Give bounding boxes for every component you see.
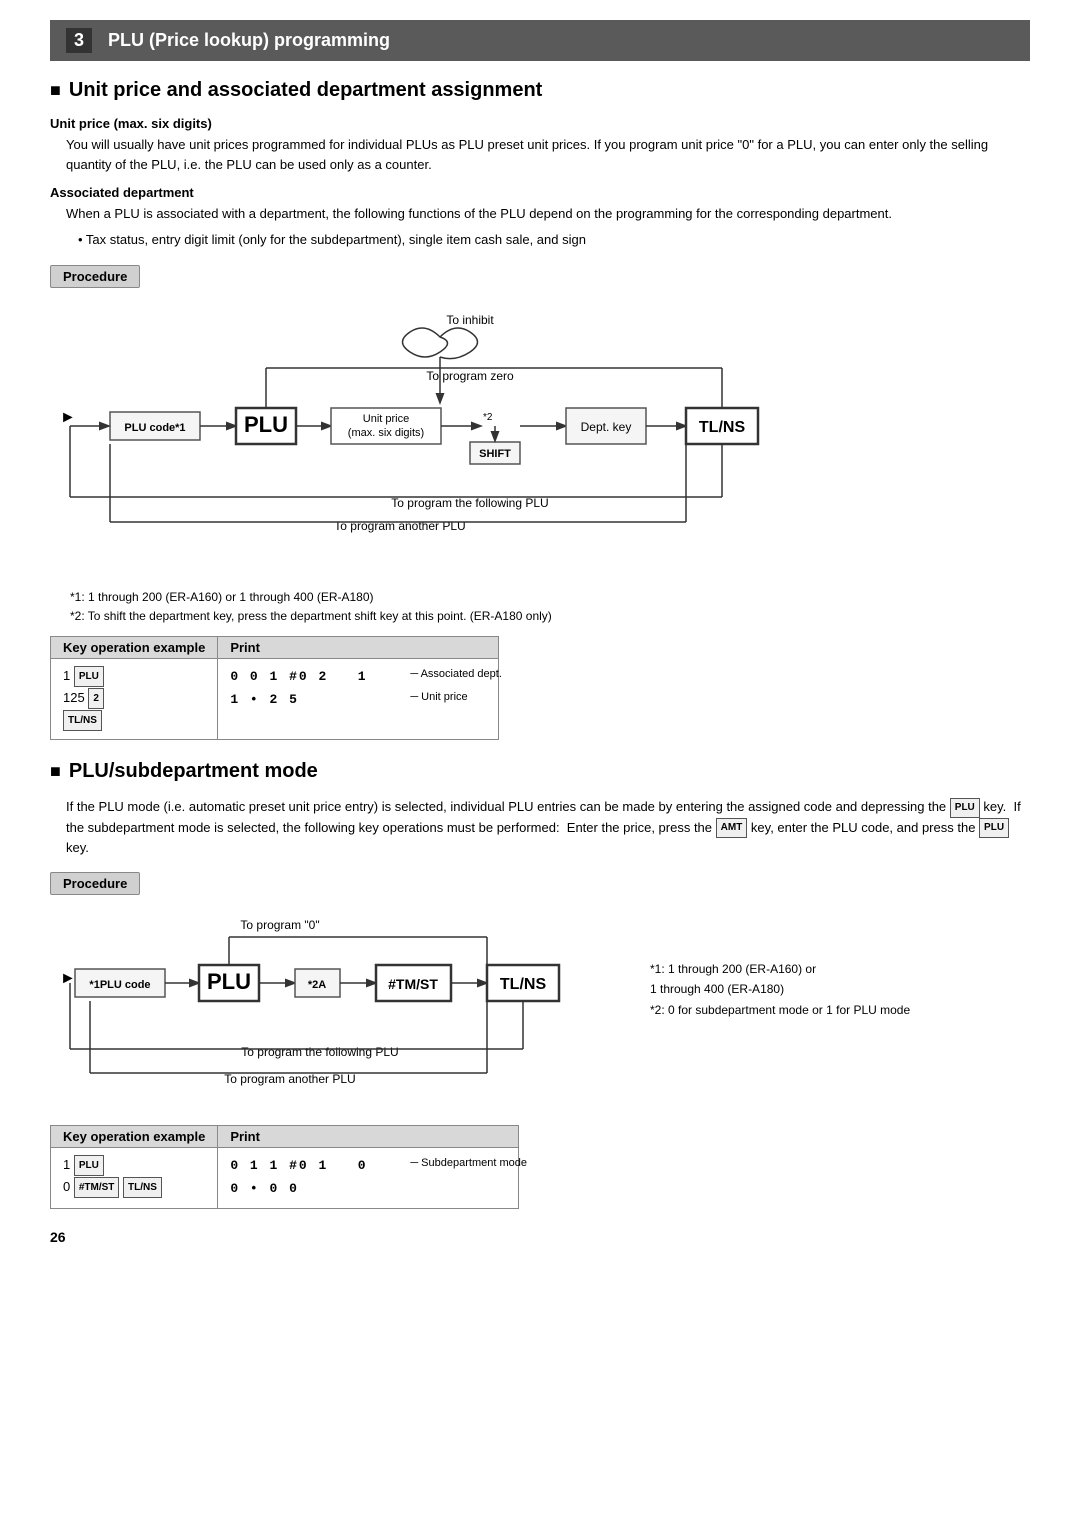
svg-text:Unit price: Unit price [363,413,409,425]
svg-text:PLU code*1: PLU code*1 [124,422,185,434]
subsection-title-plu-subdept: PLU/subdepartment mode [50,760,1030,783]
procedure-diagram-2: Procedure To program "0" ► [50,872,1030,1209]
svg-text:TL/NS: TL/NS [699,419,746,436]
note-2: *2: To shift the department key, press t… [70,607,1030,626]
body-text-assoc-dept: When a PLU is associated with a departme… [50,204,1030,224]
svg-text:(max. six digits): (max. six digits) [348,427,424,439]
subsection-plu-subdept: PLU/subdepartment mode If the PLU mode (… [50,760,1030,1209]
print-line-2: 1 • 2 5 [230,692,299,707]
page-number: 26 [50,1229,1030,1245]
bullet-assoc-dept: • Tax status, entry digit limit (only fo… [50,230,1030,250]
kop-right-body-1: 0 0 1 #0 2 1 ─ Associated dept. 1 • 2 5 … [218,659,497,719]
section-header: 3 PLU (Price lookup) programming [50,20,1030,61]
inline-amt-key: AMT [716,818,748,838]
inline-plu-key: PLU [950,798,980,818]
svg-text:*2A: *2A [308,979,326,991]
svg-text:To program another PLU: To program another PLU [224,1072,355,1086]
svg-text:*2: *2 [483,412,493,423]
svg-text:►: ► [60,970,76,987]
kop-right-2: Print 0 1 1 #0 1 0 ─ Subdepartment mode … [218,1125,518,1209]
tmst-key: #TM/ST [74,1177,120,1198]
kop-left-header-1: Key operation example [51,637,217,659]
svg-text:To program zero: To program zero [426,369,514,383]
svg-text:To program the following PLU: To program the following PLU [391,496,548,510]
subsection-unit-price: Unit price and associated department ass… [50,79,1030,740]
svg-text:*1PLU code: *1PLU code [89,979,150,991]
svg-text:To inhibit: To inhibit [446,313,494,327]
kop-right-header-1: Print [218,637,497,659]
tlns-key-2: TL/NS [123,1177,162,1198]
procedure-box-2: Procedure [50,872,140,895]
section-number: 3 [66,28,92,53]
kop-left-1: Key operation example 1 PLU 125 2 TL/NS [50,636,218,740]
section-title: PLU (Price lookup) programming [108,30,390,51]
print-line-3: 0 1 1 #0 1 0 [230,1158,367,1173]
svg-text:TL/NS: TL/NS [500,976,547,993]
key-2: 2 [88,688,104,709]
tlns-key: TL/NS [63,710,102,731]
kop-table-2: Key operation example 1 PLU 0 #TM/ST TL/… [50,1125,1030,1209]
svg-text:SHIFT: SHIFT [479,448,511,460]
inline-plu-key2: PLU [979,818,1009,838]
label-assoc-dept: ─ Associated dept. [410,665,502,684]
kop-right-1: Print 0 0 1 #0 2 1 ─ Associated dept. 1 … [218,636,498,740]
note2-1: *1: 1 through 200 (ER-A160) or [650,959,1030,979]
kop-left-body-2: 1 PLU 0 #TM/ST TL/NS [51,1148,217,1206]
body-text-unit-price: You will usually have unit prices progra… [50,135,1030,175]
svg-text:PLU: PLU [244,412,288,437]
plu-key: PLU [74,666,104,687]
subsection-title-unit-price: Unit price and associated department ass… [50,79,1030,102]
kop-left-header-2: Key operation example [51,1126,217,1148]
flowchart-diagram-1: To inhibit To program zero PLU code*1 [50,302,950,582]
plu-key-2: PLU [74,1155,104,1176]
subheading-unit-price: Unit price (max. six digits) [50,116,1030,131]
page-content: 3 PLU (Price lookup) programming Unit pr… [0,0,1080,1275]
label-subdept-mode: ─ Subdepartment mode [410,1154,527,1173]
kop-right-header-2: Print [218,1126,517,1148]
print-line-4: 0 • 0 0 [230,1181,299,1196]
flowchart-diagram-2: To program "0" ► *1PLU code PLU [50,911,630,1111]
kop-left-2: Key operation example 1 PLU 0 #TM/ST TL/… [50,1125,218,1209]
diagram-2-left: To program "0" ► *1PLU code PLU [50,911,630,1111]
svg-text:To program "0": To program "0" [240,918,319,932]
svg-text:To program another PLU: To program another PLU [334,519,465,533]
svg-text:To program the following PLU: To program the following PLU [241,1045,398,1059]
svg-text:Dept. key: Dept. key [581,420,632,434]
kop-right-body-2: 0 1 1 #0 1 0 ─ Subdepartment mode 0 • 0 … [218,1148,517,1208]
svg-text:►: ► [60,409,76,426]
kop-left-body-1: 1 PLU 125 2 TL/NS [51,659,217,739]
note-1: *1: 1 through 200 (ER-A160) or 1 through… [70,588,1030,607]
body-text-plu-subdept: If the PLU mode (i.e. automatic preset u… [50,797,1030,858]
diagram-2-notes: *1: 1 through 200 (ER-A160) or 1 through… [650,959,1030,1020]
procedure-box-1: Procedure [50,265,140,288]
print-line-1: 0 0 1 #0 2 1 [230,669,367,684]
svg-text:#TM/ST: #TM/ST [388,976,438,992]
svg-text:PLU: PLU [207,969,251,994]
label-unit-price: ─ Unit price [410,688,467,707]
kop-table-1: Key operation example 1 PLU 125 2 TL/NS … [50,636,1030,740]
note2-3: *2: 0 for subdepartment mode or 1 for PL… [650,1000,1030,1020]
note2-2: 1 through 400 (ER-A180) [650,979,1030,999]
procedure-diagram-1: Procedure To inhibit To program zero PLU… [50,265,1030,741]
subheading-assoc-dept: Associated department [50,185,1030,200]
notes-diagram-1: *1: 1 through 200 (ER-A160) or 1 through… [70,588,1030,626]
